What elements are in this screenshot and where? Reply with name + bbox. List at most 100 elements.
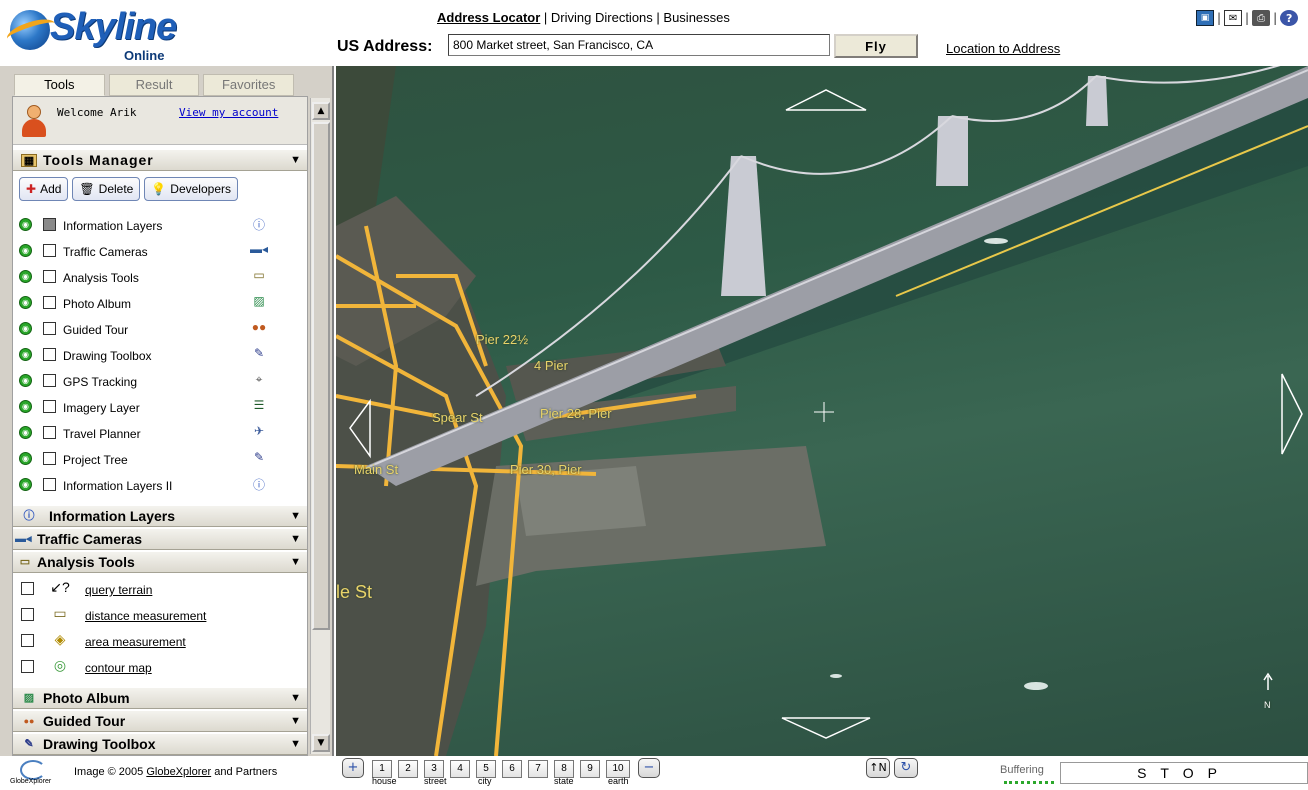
address-input[interactable] [448, 34, 830, 56]
analysis-checkbox[interactable] [21, 582, 34, 595]
nav-driving-directions[interactable]: Driving Directions [551, 10, 653, 25]
chevron-down-icon[interactable]: ▼ [290, 688, 301, 708]
visible-eye-icon[interactable]: ◉ [19, 452, 32, 465]
analysis-checkbox[interactable] [21, 634, 34, 647]
tab-tools[interactable]: Tools [14, 74, 105, 96]
tool-checkbox[interactable] [43, 374, 56, 387]
visible-eye-icon[interactable]: ◉ [19, 426, 32, 439]
map-view[interactable]: Pier 22½ 4 Pier Pier 28, Pier Spear St M… [336, 66, 1308, 756]
chevron-down-icon[interactable]: ▼ [290, 506, 301, 526]
chevron-down-icon[interactable]: ▼ [290, 552, 301, 572]
zoom-out-button[interactable]: − [638, 758, 660, 778]
tool-row-gps-tracking[interactable]: ◉ GPS Tracking ⌖ [13, 369, 308, 395]
section-drawing-toolbox[interactable]: ✎ Drawing Toolbox ▼ [13, 733, 308, 755]
mail-icon[interactable]: ✉ [1224, 10, 1242, 26]
zoom-level-button[interactable]: 9 [580, 760, 600, 778]
visible-eye-icon[interactable]: ◉ [19, 400, 32, 413]
tool-row-information-layers[interactable]: ◉ Information Layers ⓘ [13, 213, 308, 239]
analysis-checkbox[interactable] [21, 608, 34, 621]
zoom-in-button[interactable]: + [342, 758, 364, 778]
chevron-down-icon[interactable]: ▼ [290, 529, 301, 549]
tool-checkbox[interactable] [43, 426, 56, 439]
section-photo-album[interactable]: ▨ Photo Album ▼ [13, 687, 308, 709]
zoom-level-button[interactable]: 2 [398, 760, 418, 778]
zoom-level-button[interactable]: 7 [528, 760, 548, 778]
info-icon: ⓘ [249, 216, 269, 232]
pan-up-icon[interactable] [786, 90, 866, 110]
chevron-down-icon[interactable]: ▼ [290, 150, 301, 170]
chevron-down-icon[interactable]: ▼ [290, 711, 301, 731]
print-icon[interactable]: ⎙ [1252, 10, 1270, 26]
nav-address-locator[interactable]: Address Locator [437, 10, 540, 25]
north-up-button[interactable]: ↑N [866, 758, 890, 778]
panel-scrollbar[interactable]: ▲ ▼ [310, 98, 330, 754]
developers-button[interactable]: 💡Developers [144, 177, 238, 201]
tool-row-analysis-tools[interactable]: ◉ Analysis Tools ▭ [13, 265, 308, 291]
globexplorer-logo[interactable]: GlobeXplorer [10, 760, 66, 788]
analysis-link[interactable]: distance measurement [85, 609, 206, 623]
zoom-level-button[interactable]: 6 [502, 760, 522, 778]
tool-row-guided-tour[interactable]: ◉ Guided Tour ●● [13, 317, 308, 343]
avatar [21, 103, 47, 139]
tool-checkbox[interactable] [43, 218, 56, 231]
section-analysis-tools[interactable]: ▭ Analysis Tools ▼ [13, 551, 308, 573]
help-icon[interactable]: ? [1280, 10, 1298, 26]
tool-row-photo-album[interactable]: ◉ Photo Album ▨ [13, 291, 308, 317]
zoom-level-button[interactable]: 4 [450, 760, 470, 778]
analysis-item-area-measurement[interactable]: ◈ area measurement [13, 629, 308, 655]
visible-eye-icon[interactable]: ◉ [19, 374, 32, 387]
tools-manager-title: Tools Manager [43, 150, 154, 170]
fly-button[interactable]: Fly [834, 34, 918, 58]
tool-checkbox[interactable] [43, 270, 56, 283]
analysis-checkbox[interactable] [21, 660, 34, 673]
tool-checkbox[interactable] [43, 348, 56, 361]
tab-result[interactable]: Result [109, 74, 200, 96]
chevron-down-icon[interactable]: ▼ [290, 734, 301, 754]
tool-row-traffic-cameras[interactable]: ◉ Traffic Cameras ▬◂ [13, 239, 308, 265]
scroll-thumb[interactable] [312, 122, 330, 630]
delete-button[interactable]: 🗑Delete [72, 177, 140, 201]
visible-eye-icon[interactable]: ◉ [19, 296, 32, 309]
analysis-link[interactable]: contour map [85, 661, 152, 675]
tool-checkbox[interactable] [43, 400, 56, 413]
visible-eye-icon[interactable]: ◉ [19, 270, 32, 283]
visible-eye-icon[interactable]: ◉ [19, 348, 32, 361]
tool-row-information-layers-ii[interactable]: ◉ Information Layers II ⓘ [13, 473, 308, 499]
tool-checkbox[interactable] [43, 322, 56, 335]
stop-button[interactable]: STOP [1060, 762, 1308, 784]
analysis-item-contour-map[interactable]: ◎ contour map [13, 655, 308, 681]
analysis-link[interactable]: area measurement [85, 635, 186, 649]
globexplorer-link[interactable]: GlobeXplorer [146, 766, 211, 778]
tools-manager-header[interactable]: ▦ Tools Manager ▼ [13, 149, 308, 171]
analysis-link[interactable]: query terrain [85, 583, 152, 597]
tool-row-imagery-layer[interactable]: ◉ Imagery Layer ☰ [13, 395, 308, 421]
analysis-item-query-terrain[interactable]: ↙? query terrain [13, 577, 308, 603]
nav-businesses[interactable]: Businesses [663, 10, 729, 25]
pan-down-icon[interactable] [782, 718, 870, 738]
tool-checkbox[interactable] [43, 478, 56, 491]
visible-eye-icon[interactable]: ◉ [19, 244, 32, 257]
visible-eye-icon[interactable]: ◉ [19, 322, 32, 335]
location-to-address-link[interactable]: Location to Address [946, 41, 1060, 56]
pan-right-icon[interactable] [1282, 374, 1302, 454]
visible-eye-icon[interactable]: ◉ [19, 478, 32, 491]
tool-checkbox[interactable] [43, 296, 56, 309]
save-icon[interactable]: ▣ [1196, 10, 1214, 26]
rotate-button[interactable]: ↻ [894, 758, 918, 778]
section-information-layers[interactable]: ⓘ Information Layers ▼ [13, 505, 308, 527]
section-guided-tour[interactable]: ●● Guided Tour ▼ [13, 710, 308, 732]
add-button[interactable]: ✚Add [19, 177, 68, 201]
analysis-item-distance-measurement[interactable]: ▭ distance measurement [13, 603, 308, 629]
section-traffic-cameras[interactable]: ▬◂ Traffic Cameras ▼ [13, 528, 308, 550]
view-account-link[interactable]: View my account [179, 106, 278, 119]
tool-row-project-tree[interactable]: ◉ Project Tree ✎ [13, 447, 308, 473]
tool-checkbox[interactable] [43, 452, 56, 465]
tab-favorites[interactable]: Favorites [203, 74, 294, 96]
scroll-down-icon[interactable]: ▼ [312, 734, 330, 752]
tool-row-travel-planner[interactable]: ◉ Travel Planner ✈ [13, 421, 308, 447]
scroll-up-icon[interactable]: ▲ [312, 102, 330, 120]
tool-checkbox[interactable] [43, 244, 56, 257]
skyline-logo[interactable]: Skyline Online [8, 4, 168, 64]
tool-row-drawing-toolbox[interactable]: ◉ Drawing Toolbox ✎ [13, 343, 308, 369]
visible-eye-icon[interactable]: ◉ [19, 218, 32, 231]
